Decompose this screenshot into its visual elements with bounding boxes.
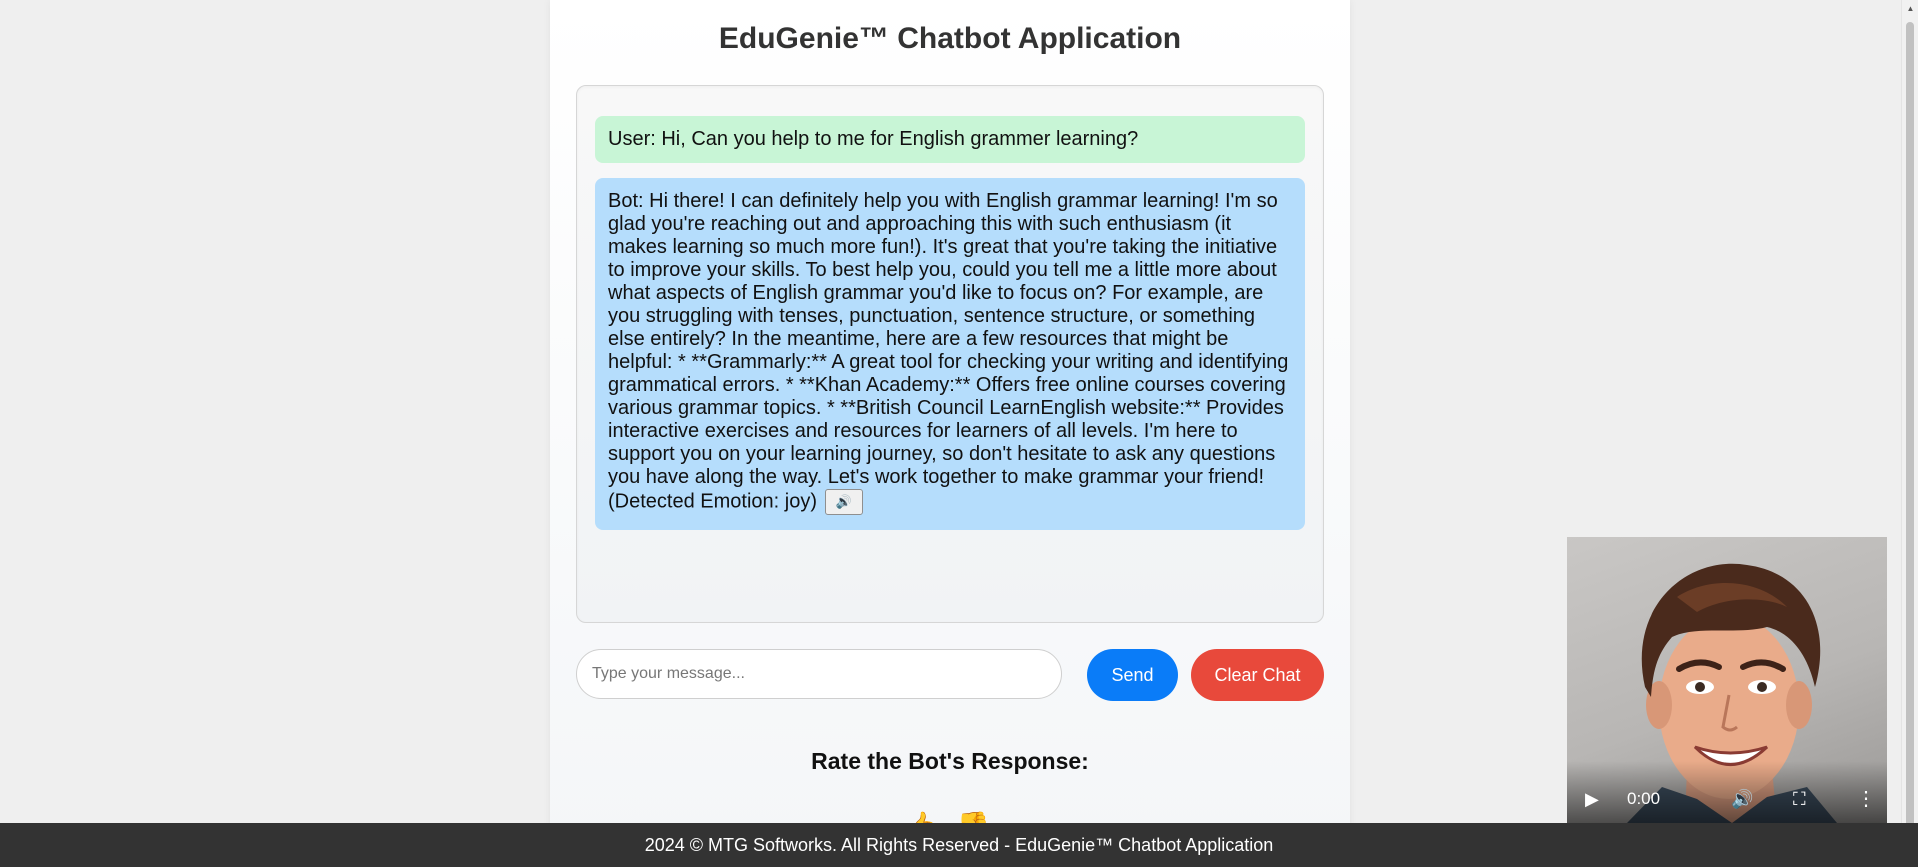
rating-title: Rate the Bot's Response:	[811, 748, 1089, 774]
message-input[interactable]	[576, 649, 1062, 699]
play-icon[interactable]: ▶	[1585, 789, 1599, 809]
more-options-icon[interactable]: ⋮	[1856, 789, 1876, 809]
bot-message: Bot: Hi there! I can definitely help you…	[595, 178, 1305, 530]
avatar-video[interactable]: ▶ 0:00 🔊 ⛶ ⋮	[1567, 537, 1887, 823]
scrollbar-thumb[interactable]	[1906, 22, 1914, 842]
clear-chat-button[interactable]: Clear Chat	[1191, 649, 1324, 701]
scroll-up-arrow-icon[interactable]: ▲	[1902, 0, 1918, 17]
volume-icon[interactable]: 🔊	[1731, 789, 1753, 809]
fullscreen-icon[interactable]: ⛶	[1793, 789, 1806, 809]
page: EduGenie™ Chatbot Application User: Hi, …	[0, 0, 1918, 867]
chat-window[interactable]: User: Hi, Can you help to me for English…	[576, 85, 1324, 623]
video-controls: ▶ 0:00 🔊 ⛶ ⋮	[1567, 761, 1887, 823]
page-scrollbar[interactable]: ▲ ▼	[1901, 0, 1918, 867]
chat-container: EduGenie™ Chatbot Application User: Hi, …	[550, 0, 1350, 867]
send-button[interactable]: Send	[1087, 649, 1178, 701]
bot-message-text: Bot: Hi there! I can definitely help you…	[608, 190, 1289, 513]
user-message: User: Hi, Can you help to me for English…	[595, 116, 1305, 163]
speak-button[interactable]: 🔊	[824, 489, 863, 515]
video-time: 0:00	[1627, 789, 1661, 808]
speaker-icon: 🔊	[835, 494, 852, 509]
page-title: EduGenie™ Chatbot Application	[718, 22, 1182, 55]
user-message-text: User: Hi, Can you help to me for English…	[608, 128, 1139, 150]
footer-text: 2024 © MTG Softworks. All Rights Reserve…	[644, 835, 1274, 855]
footer: 2024 © MTG Softworks. All Rights Reserve…	[0, 823, 1918, 867]
